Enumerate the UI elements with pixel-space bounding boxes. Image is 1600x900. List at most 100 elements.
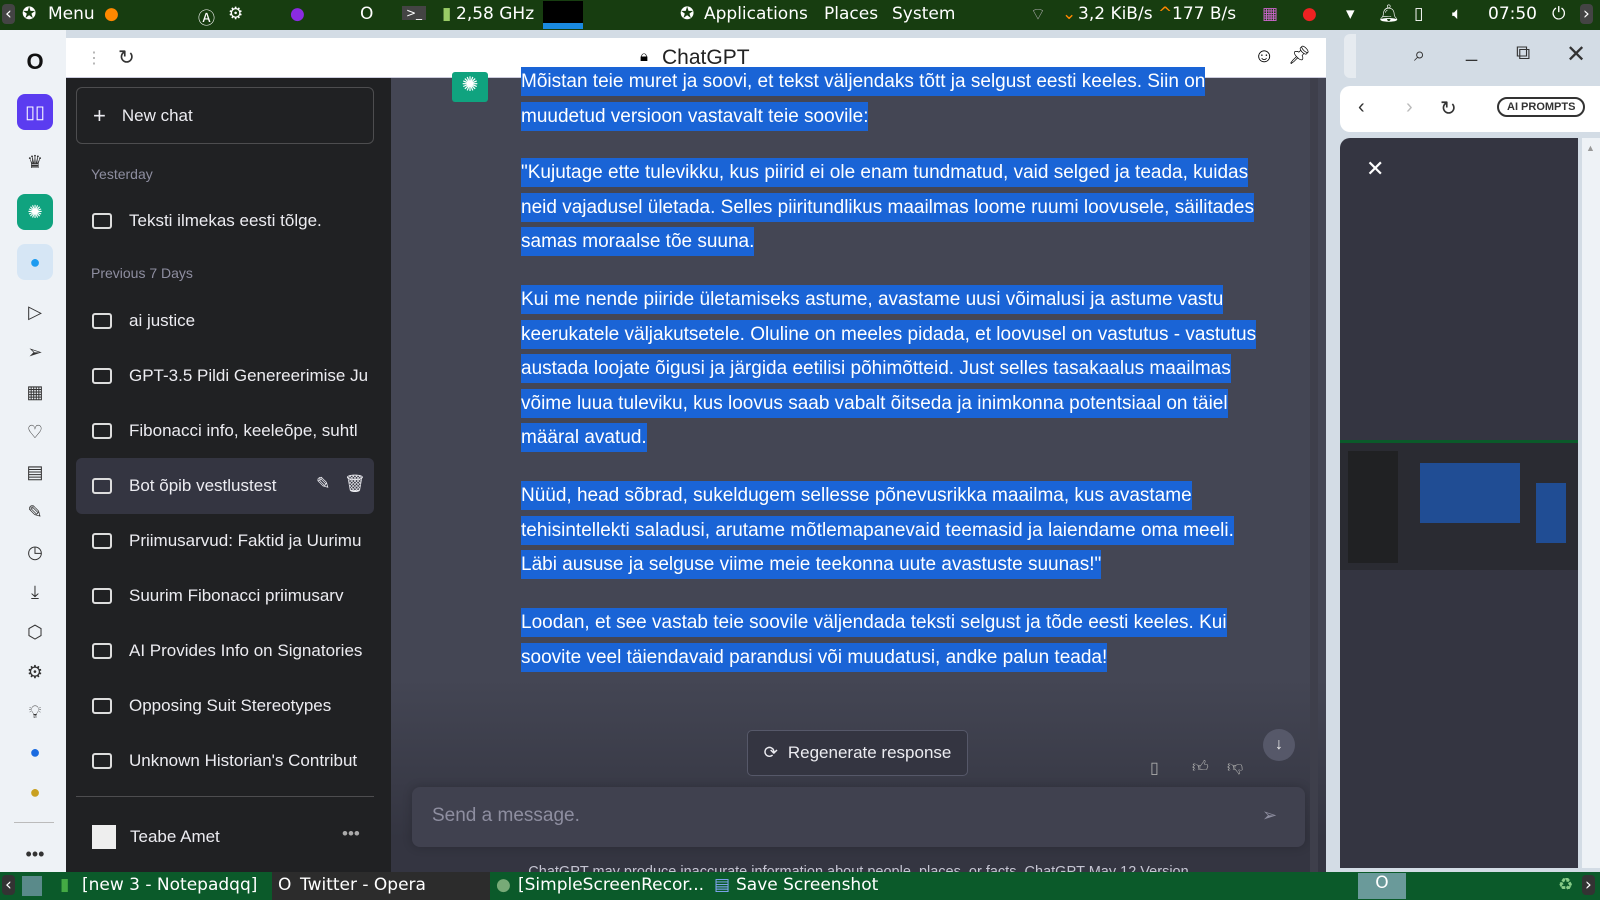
history-clock-icon[interactable]: ◷ [17, 534, 53, 570]
net-down-speed: 3,2 KiB/s [1078, 4, 1153, 24]
panel-scrollbar[interactable]: ▲ [1582, 138, 1600, 868]
player-icon[interactable]: ▷ [17, 294, 53, 330]
section-previous-7-days: Previous 7 Days [91, 265, 193, 281]
settings-gears-icon[interactable]: ⚙ [228, 4, 243, 24]
taskbar-item[interactable]: [new 3 - Notepadqq] [82, 875, 257, 895]
edit-pencil-icon[interactable]: ✎ [316, 474, 330, 494]
chat-item[interactable]: ai justice [76, 298, 374, 344]
opera-icon[interactable]: O [360, 4, 373, 24]
menu-button[interactable]: Menu [48, 4, 95, 24]
chat-item[interactable]: Opposing Suit Stereotypes [76, 683, 374, 729]
chat-item-label: ai justice [129, 311, 196, 330]
refresh-icon: ⟳ [763, 743, 778, 762]
clock[interactable]: 07:50 [1488, 4, 1537, 24]
extension-icon[interactable]: ● [17, 774, 53, 810]
chat-bubble-icon[interactable]: ● [17, 734, 53, 770]
more-icon[interactable]: ••• [17, 836, 53, 872]
pin-icon[interactable]: 📌︎ [1288, 45, 1311, 66]
chat-item[interactable]: Fibonacci info, keeleõpe, suhtl [76, 408, 374, 454]
chat-item[interactable]: Priimusarvud: Faktid ja Uurimu [76, 518, 374, 564]
battery-icon[interactable]: ▯ [1414, 4, 1423, 24]
audio-recorder-icon[interactable]: ▦ [1262, 4, 1278, 24]
net-up-speed: 177 B/s [1172, 4, 1237, 24]
scroll-down-button[interactable]: ↓ [1263, 729, 1295, 761]
downloads-icon[interactable]: ⤓ [17, 574, 53, 610]
terminal-icon[interactable]: >_ [402, 6, 427, 20]
restore-icon[interactable]: ⧉ [1516, 42, 1530, 65]
back-icon[interactable]: ‹ [1358, 96, 1365, 119]
scrollbar[interactable] [1310, 78, 1318, 872]
chat-item-label: Teksti ilmekas eesti tõlge. [129, 211, 322, 230]
taskbar-item[interactable]: Save Screenshot [736, 875, 878, 895]
send-icon[interactable]: ➢ [1262, 805, 1277, 826]
taskbar-item[interactable]: Twitter - Opera [300, 875, 426, 895]
notification-bell-icon[interactable]: 🔔︎ [1378, 4, 1400, 24]
chevron-left-icon[interactable]: ‹ [2, 4, 15, 24]
divider [14, 822, 54, 823]
reload-icon[interactable]: ↻ [118, 45, 135, 70]
notepadqq-icon: ▮ [60, 875, 70, 895]
show-desktop-icon[interactable] [22, 876, 42, 896]
minimize-icon[interactable]: _ [1466, 40, 1477, 63]
speed-dial-grid-icon[interactable]: ▦ [17, 374, 53, 410]
tor-icon[interactable]: ● [290, 4, 305, 24]
news-icon[interactable]: ▤ [17, 454, 53, 490]
ai-prompts-button[interactable]: AI PROMPTS [1497, 97, 1586, 117]
reader-book-icon[interactable]: ▯▯ [17, 94, 53, 130]
search-icon[interactable]: ⌕ [1414, 44, 1425, 67]
thumbs-up-icon[interactable]: 👍︎ [1192, 758, 1209, 777]
regenerate-response-button[interactable]: ⟳ Regenerate response [747, 730, 968, 776]
chat-item[interactable]: Teksti ilmekas eesti tõlge. [76, 198, 374, 244]
close-window-icon[interactable]: ✕ [1566, 40, 1586, 69]
applications-menu[interactable]: Applications [704, 4, 808, 24]
copy-clipboard-icon[interactable]: ▯ [1150, 758, 1159, 778]
record-icon[interactable]: ● [1302, 4, 1317, 24]
chevron-right-icon[interactable]: › [1580, 4, 1593, 24]
heart-icon[interactable]: ♡ [17, 414, 53, 450]
twitter-icon[interactable]: ● [17, 244, 53, 280]
chat-item[interactable]: Suurim Fibonacci priimusarv [76, 573, 374, 619]
thumbs-down-icon[interactable]: 👎︎ [1227, 758, 1243, 777]
trash-icon[interactable]: 🗑︎ [344, 474, 366, 494]
chat-item-active[interactable]: Bot õpib vestlustest ✎ 🗑︎ [76, 458, 374, 514]
chevron-left-icon[interactable]: ‹ [2, 875, 15, 895]
new-chat-button[interactable]: + New chat [76, 87, 374, 144]
section-yesterday: Yesterday [91, 166, 153, 182]
wifi-signal-icon: ⌔ [1030, 5, 1046, 25]
chat-item[interactable]: Unknown Historian's Contribut [76, 738, 374, 784]
system-menu[interactable]: System [892, 4, 955, 24]
pinboard-icon[interactable]: ✎ [17, 494, 53, 530]
chatgpt-icon[interactable]: ✺ [17, 194, 53, 230]
extensions-cube-icon[interactable]: ⬡ [17, 614, 53, 650]
wifi-icon[interactable]: ▾ [1346, 4, 1355, 24]
chevron-right-icon[interactable]: › [1582, 875, 1595, 895]
places-menu[interactable]: Places [824, 4, 878, 24]
power-icon[interactable]: ⏻ [1552, 4, 1565, 24]
crown-icon[interactable]: ♛ [17, 144, 53, 180]
top-panel: ‹ ✪ Menu ● Ⓐ ⚙ ● O >_ ▮ 2,58 GHz ✪ Appli… [0, 0, 1600, 30]
trash-icon[interactable]: ♻ [1558, 875, 1573, 895]
taskbar-item[interactable]: [SimpleScreenRecor... [518, 875, 704, 895]
chat-item[interactable]: GPT-3.5 Pildi Genereerimise Ju [76, 353, 374, 399]
screenshot-icon: ▤ [714, 875, 731, 895]
reload-icon[interactable]: ↻ [1440, 96, 1457, 121]
forward-icon[interactable]: › [1406, 96, 1413, 119]
firefox-icon[interactable]: ● [104, 4, 119, 24]
close-icon[interactable]: ✕ [1366, 156, 1384, 182]
opera-logo-icon[interactable]: O [17, 44, 53, 80]
drag-handle-icon[interactable]: ⋮ [86, 48, 102, 68]
chat-item[interactable]: AI Provides Info on Signatories [76, 628, 374, 674]
lightbulb-icon[interactable]: 💡︎ [17, 694, 53, 730]
chat-bubble-icon [92, 753, 112, 769]
more-options-icon[interactable]: ••• [342, 824, 360, 844]
volume-icon[interactable]: 🔈︎ [1452, 4, 1462, 24]
workspace-switcher[interactable]: O [1358, 873, 1406, 899]
avatar [92, 825, 116, 849]
search-app-icon[interactable]: Ⓐ [198, 4, 215, 29]
message-input[interactable]: Send a message. ➢ [412, 787, 1305, 847]
send-icon[interactable]: ➢ [17, 334, 53, 370]
chat-item-label: Suurim Fibonacci priimusarv [129, 586, 344, 605]
settings-icon[interactable]: ⚙ [17, 654, 53, 690]
user-menu[interactable]: Teabe Amet ••• [76, 810, 374, 864]
taskbar: ‹ ▮ [new 3 - Notepadqq] O Twitter - Oper… [0, 872, 1600, 900]
